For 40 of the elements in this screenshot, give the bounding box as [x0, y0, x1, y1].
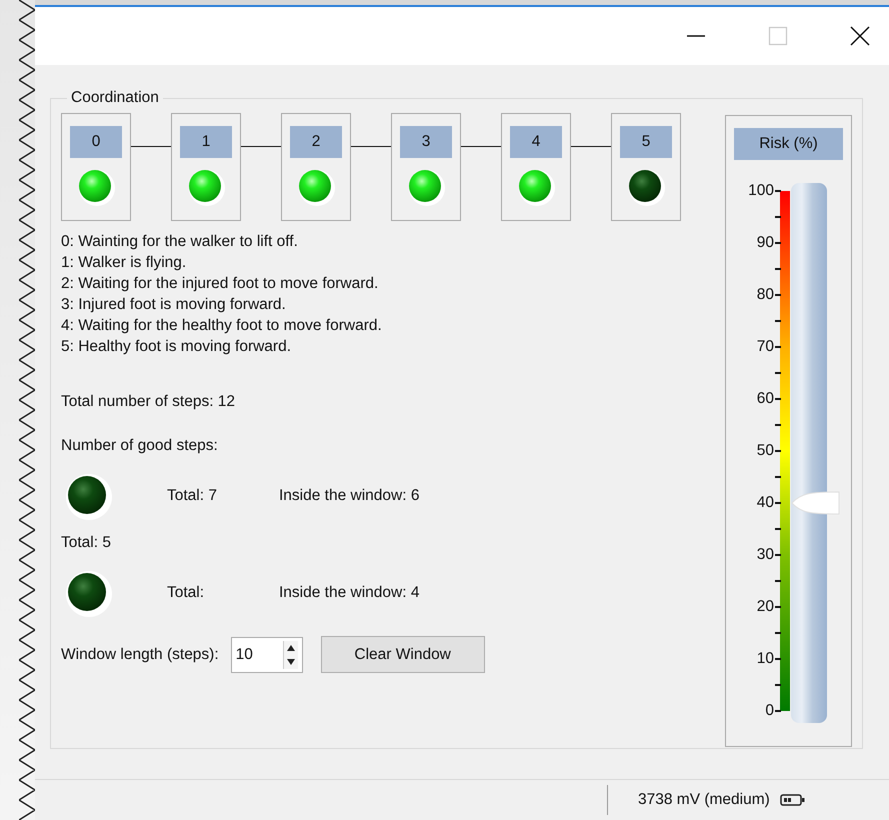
state-description: 4: Waiting for the healthy foot to move forward. — [61, 316, 383, 336]
window-length-field[interactable]: 10 — [230, 636, 303, 672]
scale-label: 100 — [747, 181, 774, 201]
inside-window-text: Inside the window: 6 — [279, 487, 420, 505]
good-steps-label: Number of good steps: — [61, 437, 219, 455]
state-description: 3: Injured foot is moving forward. — [61, 295, 287, 315]
total-steps-text: Total number of steps: 12 — [61, 393, 236, 411]
scale-label: 20 — [756, 597, 774, 617]
battery-icon — [780, 793, 806, 807]
window-length-label: Window length (steps): — [61, 646, 219, 664]
state-label: 5 — [620, 126, 672, 158]
scale-label: 80 — [756, 285, 774, 305]
scale-label: 0 — [764, 701, 774, 721]
total-text: Total: 5 — [61, 534, 112, 552]
state-label: 0 — [70, 126, 122, 158]
state-description: 0: Wainting for the walker to lift off. — [61, 232, 299, 252]
total-text: Total: 7 — [167, 487, 218, 505]
scale-label: 10 — [756, 649, 774, 669]
clear-window-button[interactable]: Clear Window — [320, 636, 485, 673]
state-label: 2 — [290, 126, 342, 158]
state-label: 1 — [180, 126, 232, 158]
state-description: 2: Waiting for the injured foot to move forward. — [61, 274, 380, 294]
scale-label: 70 — [756, 337, 774, 357]
group-title: Coordination — [70, 89, 160, 107]
state-label: 4 — [510, 126, 562, 158]
battery-status: 3738 mV (medium) — [638, 791, 770, 809]
state-description: 5: Healthy foot is moving forward. — [61, 337, 292, 357]
scale-label: 60 — [756, 389, 774, 409]
scale-label: 30 — [756, 545, 774, 565]
slider-thumb[interactable] — [791, 491, 841, 515]
scale-label: 90 — [756, 233, 774, 253]
state-label: 3 — [400, 126, 452, 158]
total-text: Total: — [167, 584, 206, 602]
inside-window-text: Inside the window: 4 — [279, 584, 420, 602]
close-icon[interactable] — [850, 26, 870, 46]
risk-slider[interactable] — [791, 183, 841, 723]
scale-label: 40 — [756, 493, 774, 513]
state-description: 1: Walker is flying. — [61, 253, 188, 273]
scale-label: 50 — [756, 441, 774, 461]
risk-title: Risk (%) — [734, 128, 843, 160]
